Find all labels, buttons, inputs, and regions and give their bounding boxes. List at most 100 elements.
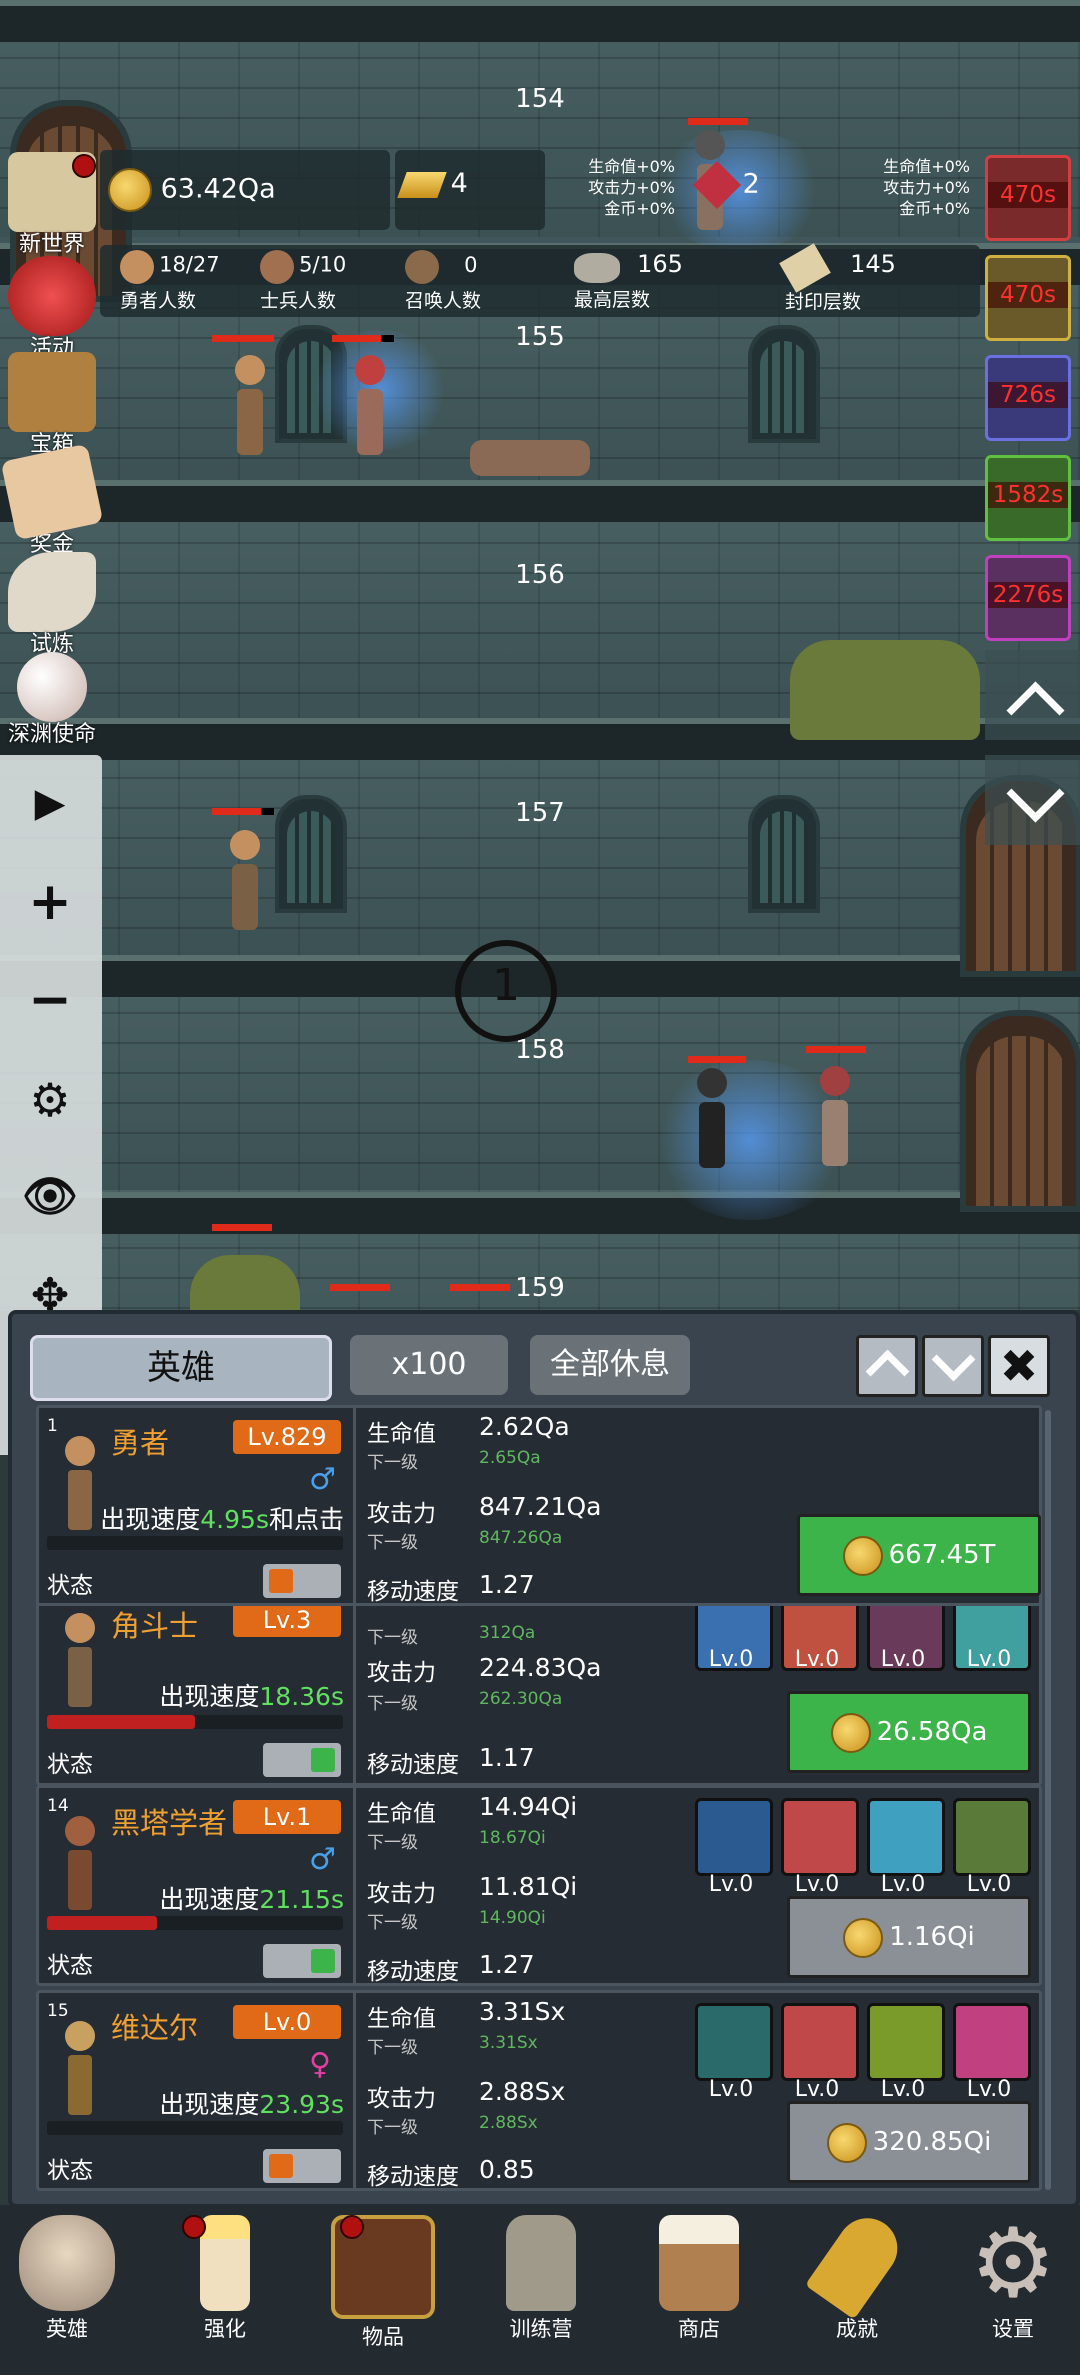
nav-settings[interactable]: ⚙ 设置 (948, 2215, 1078, 2343)
move-speed-value: 0.85 (479, 2155, 535, 2184)
hero-count-icon (120, 250, 154, 284)
bonus-button[interactable]: 奖金 (0, 443, 104, 558)
skill-winged-boots-icon[interactable] (867, 1798, 945, 1876)
enemy-hp-bar (688, 1056, 746, 1063)
skill-boots-icon[interactable] (953, 2003, 1031, 2081)
upgrade-button[interactable]: 320.85Qi (787, 2101, 1031, 2183)
male-gender-icon: ♂ (309, 1842, 336, 1877)
rest-all-button[interactable]: 全部休息 (530, 1335, 690, 1395)
timer-item-1[interactable]: 470s (985, 155, 1071, 241)
pearl-icon (17, 652, 87, 722)
hero-sprite (225, 830, 265, 930)
hero-card-gladiator[interactable]: 角斗士 Lv.3 出现速度18.36s 状态 下一级 312Qa 攻击力 224… (36, 1590, 1042, 1786)
card-divider (353, 1408, 356, 1603)
trial-button[interactable]: 试炼 (2, 552, 102, 658)
attack-value: 847.21Qa (479, 1492, 602, 1521)
timer-item-4[interactable]: 1582s (985, 455, 1071, 541)
multiplier-button[interactable]: x100 (350, 1335, 508, 1395)
abyss-mission-button[interactable]: 深渊使命 (2, 652, 102, 748)
upgrade-button[interactable]: 1.16Qi (787, 1896, 1031, 1978)
hp-label: 生命值 (367, 1801, 436, 1827)
toggle-knob-off (269, 1569, 293, 1593)
panel-collapse-up-button[interactable] (856, 1335, 918, 1397)
timer-item-5[interactable]: 2276s (985, 555, 1071, 641)
tower-door (960, 1010, 1080, 1212)
treasure-chest-button[interactable]: 宝箱 (2, 352, 102, 458)
upgrade-button[interactable]: 26.58Qa (787, 1691, 1031, 1773)
hero-name: 角斗士 (111, 1609, 199, 1643)
attack-next-value: 847.26Qa (479, 1528, 563, 1548)
new-world-button[interactable]: 新世界 (2, 152, 102, 258)
hero-card-black-tower-scholar[interactable]: 14 黑塔学者 Lv.1 ♂ 出现速度21.15s 状态 生命值 14.94Qi… (36, 1785, 1042, 1986)
nav-achievements[interactable]: 成就 (792, 2206, 922, 2343)
hero-progress-bar (47, 1715, 343, 1729)
scroll-up-button[interactable] (985, 650, 1080, 740)
move-speed-value: 1.27 (479, 1570, 535, 1599)
status-toggle[interactable] (263, 2149, 341, 2183)
bonus-stats-right: 生命值+0% 攻击力+0% 金币+0% (883, 157, 970, 218)
target-crosshair[interactable]: 1 (455, 940, 557, 1042)
nav-items[interactable]: 物品 (318, 2215, 448, 2351)
nav-heroes[interactable]: 英雄 (2, 2215, 132, 2343)
zoom-out-button[interactable]: − (20, 970, 80, 1030)
fallen-skeleton-sprite (470, 440, 590, 476)
spawn-speed: 出现速度4.95s和点击 (100, 1505, 344, 1534)
mage-sprite (350, 355, 390, 455)
heart-icon (8, 256, 96, 336)
skill-level: Lv.0 (880, 2077, 926, 2102)
skill-staff-icon[interactable] (867, 2003, 945, 2081)
skill-nature-shield-icon[interactable] (695, 2003, 773, 2081)
coin-icon (842, 1535, 883, 1576)
spawn-speed: 出现速度23.93s (159, 2090, 344, 2119)
skill-sword-icon[interactable] (781, 1798, 859, 1876)
status-toggle[interactable] (263, 1564, 341, 1598)
soldier-count: 5/10 士兵人数 (260, 250, 410, 313)
hero-card-brave[interactable]: 1 勇者 Lv.829 ♂ 出现速度4.95s和点击 状态 生命值 2.62Qa… (36, 1405, 1042, 1606)
status-toggle[interactable] (263, 1743, 341, 1777)
hero-progress-fill (47, 1916, 157, 1930)
play-button[interactable]: ▶ (20, 773, 80, 833)
skill-fire-shield-icon[interactable] (695, 1798, 773, 1876)
hero-list-scrollbar[interactable] (1045, 1410, 1051, 2190)
card-divider (353, 1788, 356, 1983)
upgrade-button[interactable]: 667.45T (797, 1514, 1041, 1596)
panel-close-button[interactable]: ✖ (988, 1335, 1050, 1397)
candle-icon (200, 2215, 250, 2311)
zoom-in-button[interactable]: + (20, 872, 80, 932)
attack-next-label: 下一级 (367, 1913, 418, 1933)
timer-item-2[interactable]: 470s (985, 255, 1071, 341)
attack-label: 攻击力 (367, 1501, 436, 1527)
event-button[interactable]: 活动 (2, 256, 102, 362)
chevron-down-icon (1006, 764, 1065, 823)
attack-next-value: 2.88Sx (479, 2113, 538, 2133)
nav-enhance[interactable]: 强化 (160, 2215, 290, 2343)
timer-item-3[interactable]: 726s (985, 355, 1071, 441)
settings-gear-button[interactable]: ⚙ (20, 1070, 80, 1130)
gem-amount: 2 (742, 168, 760, 200)
card-divider (353, 1993, 356, 2188)
move-speed-value: 1.27 (479, 1950, 535, 1979)
skull-icon (19, 2215, 115, 2311)
floor-ledge (0, 1192, 1080, 1234)
hp-next-value: 312Qa (479, 1623, 536, 1643)
hero-name: 维达尔 (111, 2011, 199, 2045)
hero-tab-title[interactable]: 英雄 (30, 1335, 332, 1401)
skill-level: Lv.0 (708, 2077, 754, 2102)
floor-number: 155 (515, 322, 565, 352)
nav-training-camp[interactable]: 训练营 (476, 2215, 606, 2343)
scroll-icon (779, 242, 831, 293)
skill-helmet-icon[interactable] (953, 1798, 1031, 1876)
attack-next-value: 262.30Qa (479, 1689, 563, 1709)
status-toggle[interactable] (263, 1944, 341, 1978)
hero-progress-fill (47, 1715, 195, 1729)
panel-expand-down-button[interactable] (922, 1335, 984, 1397)
hero-card-vidar[interactable]: 15 维达尔 Lv.0 ♀ 出现速度23.93s 状态 生命值 3.31Sx 下… (36, 1990, 1042, 2191)
coin-counter: 63.42Qa (108, 168, 276, 212)
hide-eye-button[interactable]: 👁 (20, 1167, 80, 1227)
tower-scene[interactable]: 154 155 156 157 158 159 63.42Qa 4 2 生命值+… (0, 0, 1080, 1310)
scroll-down-button[interactable] (985, 755, 1080, 845)
skill-sword-icon[interactable] (781, 2003, 859, 2081)
nav-shop[interactable]: 商店 (634, 2215, 764, 2343)
hp-label: 生命值 (367, 2006, 436, 2032)
attack-next-label: 下一级 (367, 2118, 418, 2138)
